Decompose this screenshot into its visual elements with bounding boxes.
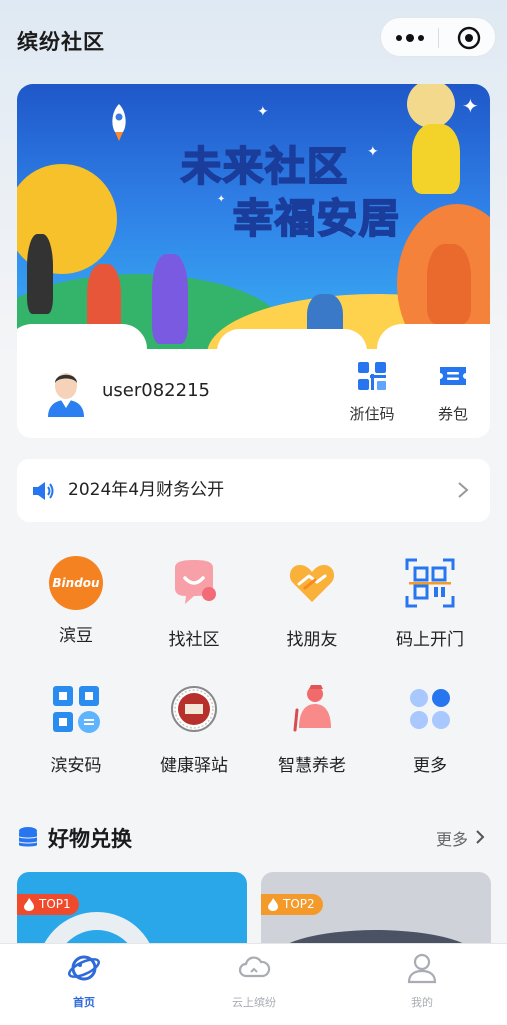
profile-icon (407, 953, 437, 984)
tab-cloud-binfen[interactable]: 云上缤纷 (204, 952, 304, 1010)
service-label: 智慧养老 (278, 756, 346, 776)
banner-slogan-line1: 未来社区 (180, 143, 349, 191)
cloud-decoration (217, 329, 367, 349)
illustration-person (412, 124, 460, 194)
service-label: 滨安码 (50, 756, 102, 776)
quick-action-zhezhuma[interactable]: 浙住码 (342, 361, 402, 424)
service-health-station[interactable]: 健康驿站 (139, 682, 249, 776)
moon-decoration (407, 84, 455, 128)
service-qr-door-open[interactable]: 码上开门 (375, 556, 485, 650)
chat-bubble-icon (175, 560, 216, 604)
flame-icon (24, 898, 34, 911)
mini-program-capsule (380, 17, 496, 57)
banner-slogan-line2: 幸福安居 (232, 195, 401, 243)
star-icon: ✦ (462, 94, 479, 118)
service-find-friends[interactable]: 找朋友 (257, 556, 367, 650)
goods-section-header: 好物兑换 更多 (17, 820, 490, 854)
bindou-logo-text: Bindou (52, 576, 100, 590)
tab-home[interactable]: 首页 (34, 952, 134, 1010)
service-label: 码上开门 (396, 630, 464, 650)
service-find-community[interactable]: 找社区 (139, 556, 249, 650)
quick-action-label: 券包 (437, 405, 468, 423)
star-icon: ✦ (257, 104, 269, 120)
rank-badge-text: TOP1 (39, 897, 71, 911)
rank-badge: TOP1 (17, 894, 79, 915)
cloud-icon (238, 956, 271, 978)
service-label: 更多 (413, 756, 447, 776)
handshake-heart-icon (289, 565, 335, 602)
chevron-right-icon[interactable] (475, 829, 485, 845)
elderly-icon (293, 685, 331, 732)
coins-icon (19, 827, 37, 847)
notice-text: 2024年4月财务公开 (68, 480, 225, 500)
service-label: 滨豆 (59, 626, 93, 646)
more-options-icon[interactable] (395, 26, 425, 50)
speaker-icon (33, 482, 54, 500)
illustration-person (427, 244, 471, 324)
service-label: 健康驿站 (160, 756, 228, 776)
service-binan-code[interactable]: 滨安码 (21, 682, 131, 776)
capsule-divider (438, 28, 439, 48)
planet-icon (68, 955, 100, 981)
quick-action-label: 浙住码 (349, 405, 395, 423)
avatar[interactable] (44, 367, 88, 417)
illustration-person (27, 234, 53, 314)
ticket-icon (440, 367, 466, 385)
illustration-person (152, 254, 188, 344)
service-more[interactable]: 更多 (375, 682, 485, 776)
tab-label: 云上缤纷 (232, 996, 276, 1009)
cloud-decoration (377, 324, 490, 349)
rank-badge-text: TOP2 (283, 897, 315, 911)
chevron-right-icon (458, 482, 469, 498)
tab-label: 我的 (411, 996, 433, 1009)
service-smart-eldercare[interactable]: 智慧养老 (257, 682, 367, 776)
qr-scan-icon (405, 558, 455, 608)
rank-badge: TOP2 (261, 894, 323, 915)
health-seal-icon (171, 686, 217, 732)
qr-code-icon (53, 686, 100, 733)
service-label: 找朋友 (286, 630, 338, 650)
tab-label: 首页 (73, 996, 95, 1009)
username[interactable]: user082215 (102, 380, 210, 401)
hero-banner[interactable]: ✦ ✦ ✦ ✦ 未来社区 幸福安居 (17, 84, 490, 349)
close-target-icon[interactable] (457, 26, 481, 50)
flame-icon (268, 898, 278, 911)
four-dots-icon (410, 689, 450, 729)
section-title: 好物兑换 (48, 827, 132, 851)
cloud-decoration (17, 324, 147, 349)
qr-grid-icon (358, 362, 386, 390)
service-bindou[interactable]: Bindou 滨豆 (21, 556, 131, 646)
tab-mine[interactable]: 我的 (372, 952, 472, 1010)
notice-bar[interactable]: 2024年4月财务公开 (17, 459, 490, 522)
more-link[interactable]: 更多 (436, 826, 468, 850)
quick-action-coupon[interactable]: 券包 (423, 361, 483, 424)
user-card: user082215 浙住码 券包 (17, 349, 490, 438)
header: 缤纷社区 (0, 0, 507, 80)
bottom-tab-bar: 首页 云上缤纷 我的 (0, 943, 507, 1025)
bindou-logo-icon: Bindou (49, 556, 103, 610)
service-label: 找社区 (168, 630, 220, 650)
app-title: 缤纷社区 (17, 30, 105, 54)
